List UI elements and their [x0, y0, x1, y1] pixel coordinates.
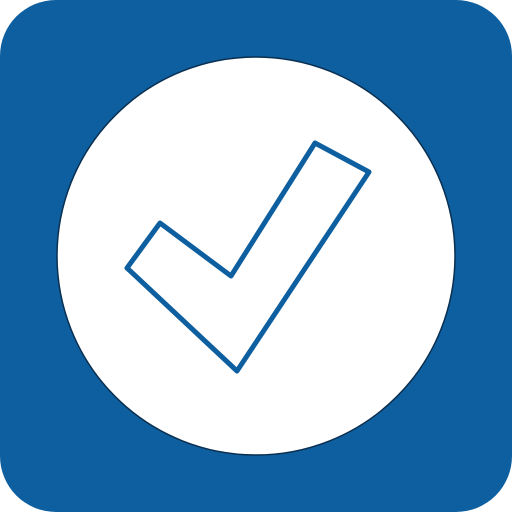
app-icon[interactable]: [0, 0, 512, 512]
app-icon-graphic: [0, 0, 512, 512]
